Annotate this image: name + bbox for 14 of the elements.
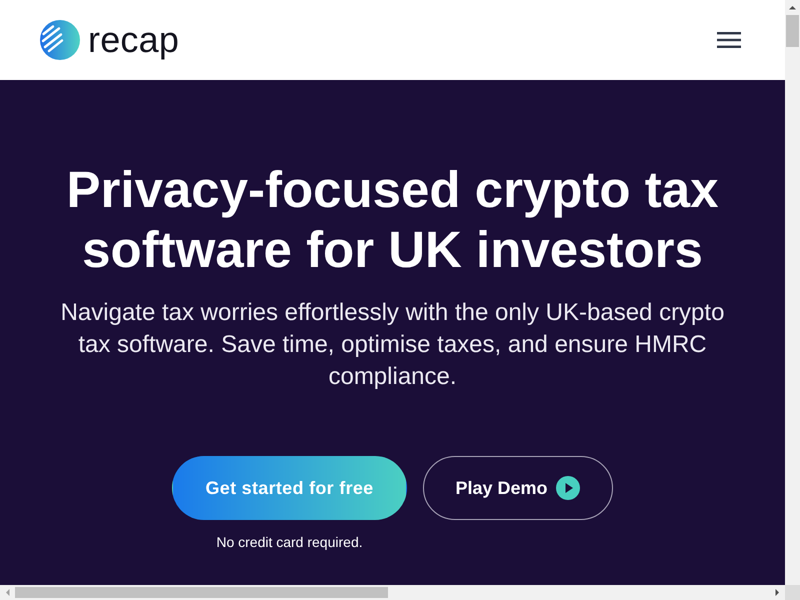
play-demo-button[interactable]: Play Demo [422, 456, 613, 520]
hero-heading: Privacy-focused crypto tax software for UK investors [66, 160, 720, 280]
menu-icon [717, 32, 741, 48]
vertical-scrollbar[interactable] [785, 0, 800, 585]
scrollbar-corner [785, 585, 800, 600]
menu-button[interactable] [717, 32, 741, 48]
scrollbar-thumb[interactable] [786, 15, 799, 47]
play-icon [556, 476, 580, 500]
no-credit-card-note: No credit card required. [216, 533, 363, 552]
hero-subtitle: Navigate tax worries effortlessly with the only UK-based crypto tax software. Save time, optimise taxes, and ensure HMRC compliance. [60, 298, 726, 392]
horizontal-scrollbar[interactable] [0, 585, 785, 600]
logo-wordmark[interactable]: recap [88, 22, 180, 58]
logo-icon [40, 20, 80, 60]
scrollbar-thumb[interactable] [15, 587, 388, 598]
